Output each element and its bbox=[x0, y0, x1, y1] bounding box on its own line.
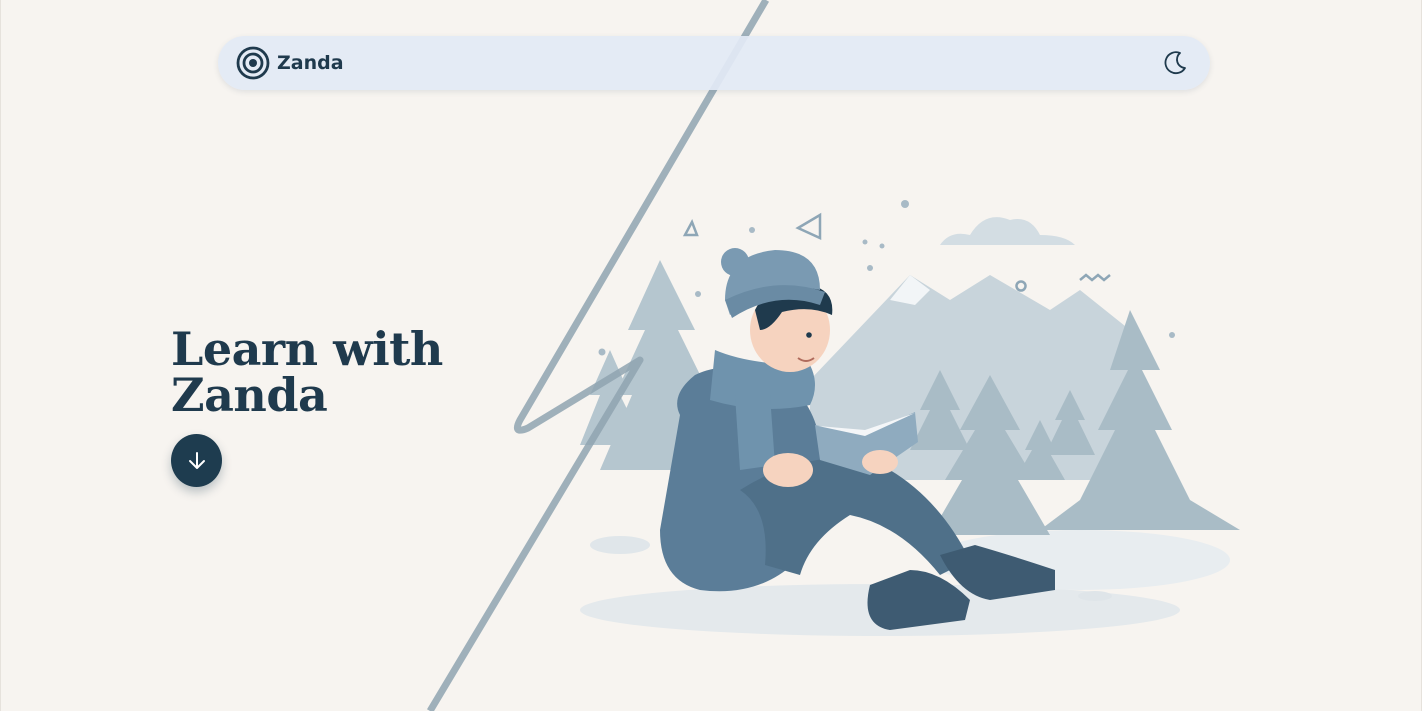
brand-name: Zanda bbox=[277, 52, 344, 74]
hero-title: Learn with Zanda bbox=[171, 326, 443, 418]
theme-toggle-button[interactable] bbox=[1160, 48, 1190, 78]
reading-illustration bbox=[580, 200, 1240, 636]
brand-link[interactable]: Zanda bbox=[236, 46, 344, 80]
target-rings-icon bbox=[236, 46, 270, 80]
moon-icon bbox=[1164, 51, 1186, 75]
scroll-down-button[interactable] bbox=[171, 434, 222, 487]
arrow-down-icon bbox=[188, 451, 205, 469]
hero-title-line2: Zanda bbox=[171, 368, 328, 422]
top-navbar: Zanda bbox=[218, 36, 1210, 90]
hero-section: Learn with Zanda bbox=[171, 326, 443, 487]
